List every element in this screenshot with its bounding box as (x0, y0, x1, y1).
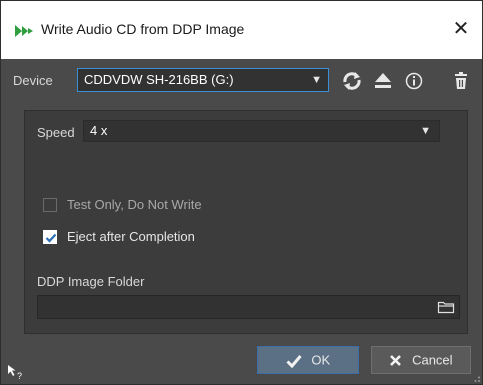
help-pointer-icon[interactable]: ? (6, 363, 26, 381)
test-only-option[interactable]: Test Only, Do Not Write (43, 196, 263, 216)
folder-icon[interactable] (437, 299, 455, 315)
chevron-down-icon: ▼ (420, 125, 431, 137)
write-audio-cd-dialog: Write Audio CD from DDP Image ✕ Device C… (0, 0, 483, 385)
ok-label: OK (311, 352, 331, 368)
chevron-down-icon: ▼ (311, 74, 322, 86)
device-row: Device CDDVDW SH-216BB (G:) ▼ (1, 59, 482, 101)
resize-grip-icon[interactable] (471, 373, 481, 383)
trash-icon[interactable] (450, 70, 472, 92)
cancel-label: Cancel (412, 352, 453, 368)
speed-label: Speed (37, 125, 75, 140)
ddp-folder-input[interactable] (37, 295, 460, 319)
window-title: Write Audio CD from DDP Image (41, 21, 245, 37)
eject-after-completion-checkbox[interactable] (43, 230, 57, 244)
checkmark-icon (286, 354, 302, 368)
svg-text:?: ? (17, 371, 22, 381)
speed-select-value: 4 x (90, 123, 108, 138)
cancel-button[interactable]: Cancel (371, 346, 471, 374)
device-select-value: CDDVDW SH-216BB (G:) (84, 72, 234, 87)
ok-button[interactable]: OK (257, 346, 359, 374)
eject-after-completion-option[interactable]: Eject after Completion (43, 228, 263, 248)
close-icon (390, 355, 402, 366)
device-label: Device (13, 73, 53, 88)
settings-panel: Speed 4 x ▼ Test Only, Do Not Write Ejec… (24, 110, 468, 334)
app-icon (15, 25, 33, 37)
close-icon[interactable]: ✕ (448, 16, 474, 42)
title-bar: Write Audio CD from DDP Image ✕ (1, 1, 482, 59)
test-only-label: Test Only, Do Not Write (67, 197, 202, 212)
refresh-icon[interactable] (341, 70, 363, 92)
eject-icon[interactable] (372, 70, 394, 92)
ddp-folder-label: DDP Image Folder (37, 274, 145, 289)
info-icon[interactable] (403, 70, 425, 92)
checkmark-icon (45, 233, 57, 243)
speed-select[interactable]: 4 x ▼ (83, 120, 440, 142)
test-only-checkbox[interactable] (43, 198, 57, 212)
device-select[interactable]: CDDVDW SH-216BB (G:) ▼ (77, 68, 329, 92)
eject-after-completion-label: Eject after Completion (67, 229, 195, 244)
